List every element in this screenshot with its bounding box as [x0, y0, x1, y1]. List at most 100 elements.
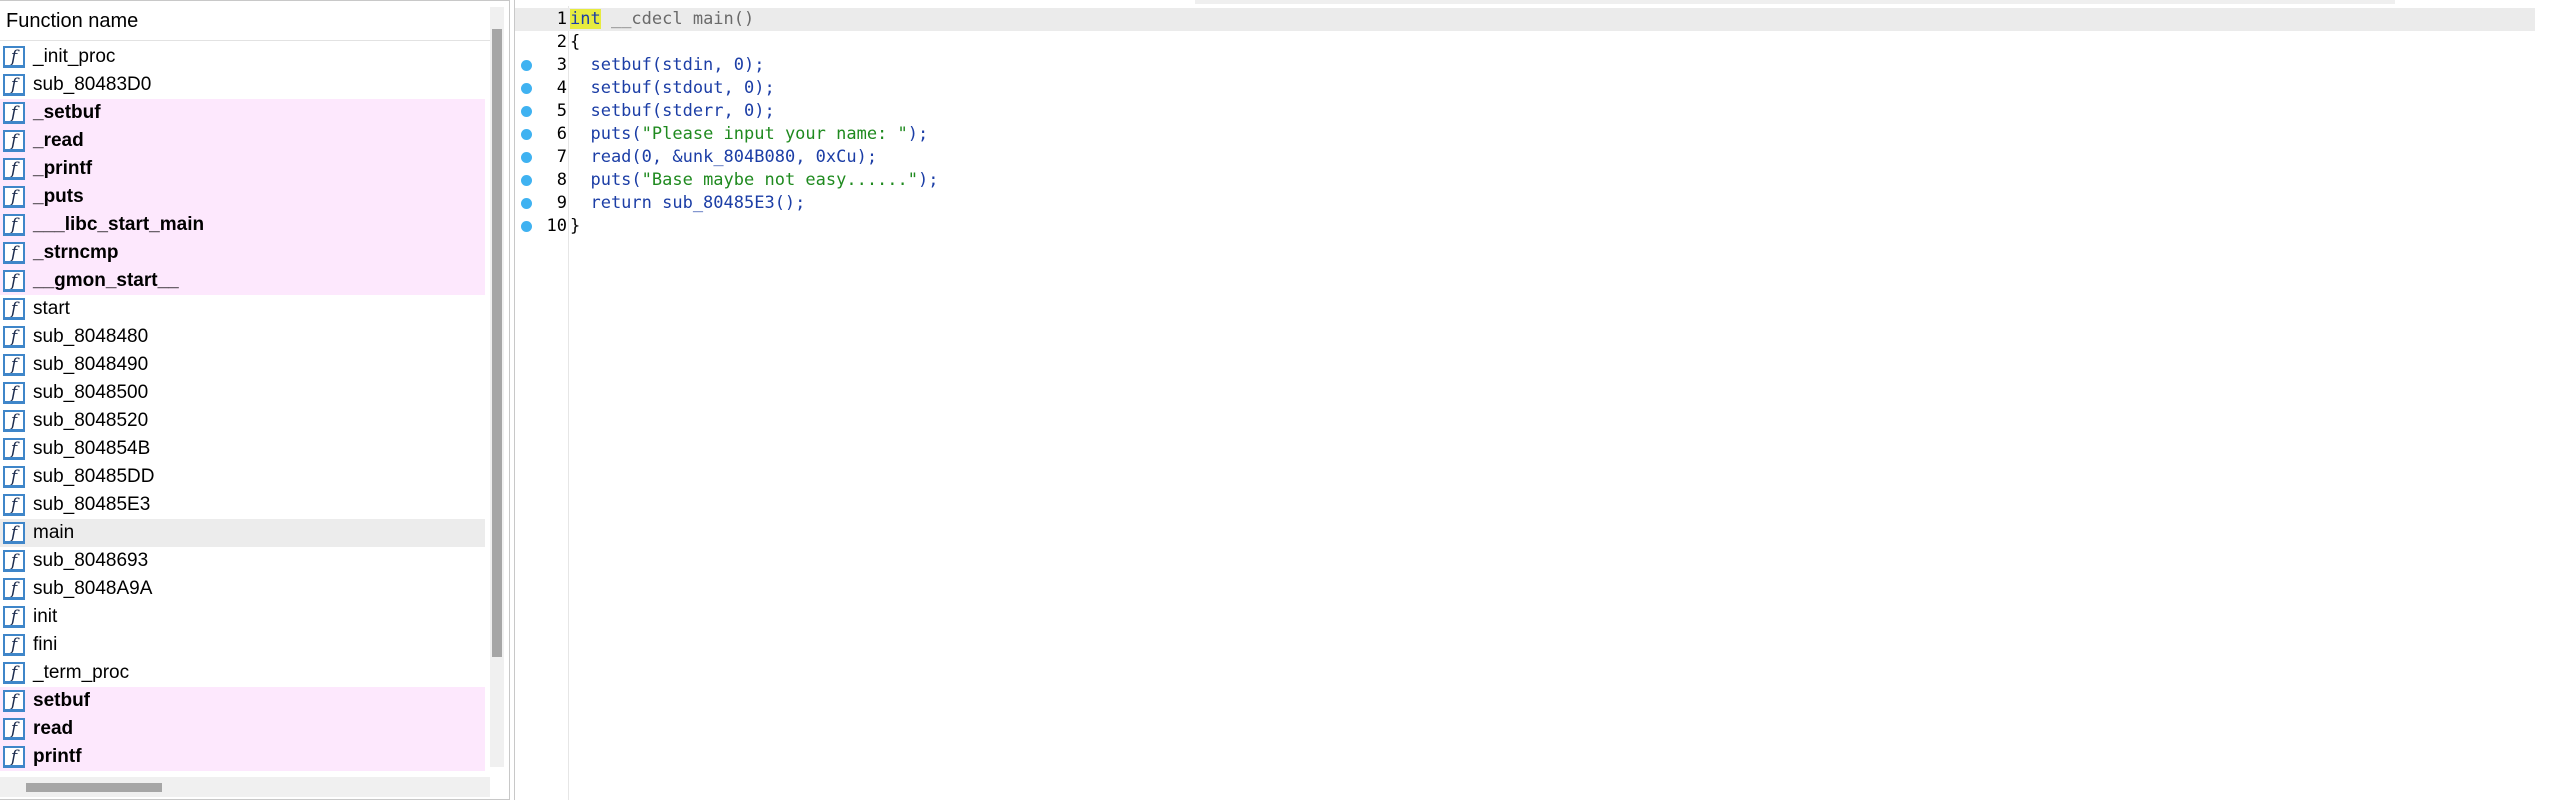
line-number: 6 — [556, 124, 567, 144]
function-list-item[interactable]: f start — [0, 295, 485, 323]
pseudocode-view[interactable]: 1 int __cdecl main() 2{3 setbuf(stdin, 0);… — [514, 0, 2550, 800]
code-line[interactable]: 8 puts("Base maybe not easy......"); — [515, 169, 2535, 192]
code-line[interactable]: 6 puts("Please input your name: "); — [515, 123, 2535, 146]
code-token: return sub_80485E3(); — [570, 193, 806, 213]
function-list-item[interactable]: f printf — [0, 743, 485, 771]
function-list-item[interactable]: f sub_8048480 — [0, 323, 485, 351]
code-token: setbuf(stdout, — [570, 78, 744, 98]
function-list-item[interactable]: f main — [0, 519, 485, 547]
code-line[interactable]: 4 setbuf(stdout, 0); — [515, 77, 2535, 100]
function-list-item[interactable]: f sub_80483D0 — [0, 71, 485, 99]
function-list-item[interactable]: f _strncmp — [0, 239, 485, 267]
function-list-item[interactable]: f sub_80485E3 — [0, 491, 485, 519]
function-list-item[interactable]: f _printf — [0, 155, 485, 183]
code-token: "Base maybe not easy......" — [641, 170, 918, 190]
function-icon: f — [3, 578, 25, 600]
function-icon: f — [3, 634, 25, 656]
function-name-label: sub_80485DD — [33, 466, 155, 487]
line-number: 1 — [556, 9, 567, 29]
function-icon: f — [3, 102, 25, 124]
function-icon: f — [3, 214, 25, 236]
function-list-item[interactable]: f _term_proc — [0, 659, 485, 687]
code-token: setbuf(stderr, — [570, 101, 744, 121]
function-icon: f — [3, 242, 25, 264]
function-list-vertical-scrollbar[interactable] — [490, 7, 504, 767]
code-line[interactable]: 5 setbuf(stderr, 0); — [515, 100, 2535, 123]
function-list-item[interactable]: f _read — [0, 127, 485, 155]
function-list-item[interactable]: f init — [0, 603, 485, 631]
function-list-item[interactable]: f sub_8048A9A — [0, 575, 485, 603]
function-list-item[interactable]: f sub_8048520 — [0, 407, 485, 435]
code-text: return sub_80485E3(); — [570, 192, 805, 215]
code-line[interactable]: 3 setbuf(stdin, 0); — [515, 54, 2535, 77]
function-list-item[interactable]: f read — [0, 715, 485, 743]
code-text: setbuf(stdout, 0); — [570, 77, 774, 100]
code-token: ); — [754, 101, 775, 121]
code-token: 0 — [641, 147, 652, 167]
code-line[interactable]: 2{ — [515, 31, 2535, 54]
function-list-item[interactable]: f _setbuf — [0, 99, 485, 127]
function-list-item[interactable]: f sub_804854B — [0, 435, 485, 463]
function-name-label: sub_8048480 — [33, 326, 149, 347]
function-name-label: init — [33, 606, 58, 627]
function-icon: f — [3, 74, 25, 96]
code-line[interactable]: 1 int __cdecl main() — [515, 8, 2535, 31]
code-text: setbuf(stderr, 0); — [570, 100, 775, 123]
function-name-label: sub_8048500 — [33, 382, 149, 403]
code-line[interactable]: 9 return sub_80485E3(); — [515, 192, 2535, 215]
breakpoint-dot-icon[interactable] — [521, 221, 532, 232]
breakpoint-dot-icon[interactable] — [521, 106, 532, 117]
code-token: int — [570, 9, 601, 29]
function-icon: f — [3, 354, 25, 376]
function-list-item[interactable]: f __gmon_start__ — [0, 267, 485, 295]
breakpoint-dot-icon[interactable] — [521, 175, 532, 186]
function-icon: f — [3, 522, 25, 544]
code-token: , &unk_804B080, — [651, 147, 816, 167]
breakpoint-dot-icon[interactable] — [521, 152, 532, 163]
code-token: 0 — [744, 101, 755, 121]
vertical-scrollbar-thumb[interactable] — [492, 29, 502, 657]
code-text: puts("Base maybe not easy......"); — [570, 169, 938, 192]
function-list-item[interactable]: f sub_8048500 — [0, 379, 485, 407]
function-icon: f — [3, 494, 25, 516]
function-list-item[interactable]: f sub_8048693 — [0, 547, 485, 575]
code-line[interactable]: 7 read(0, &unk_804B080, 0xCu); — [515, 146, 2535, 169]
breakpoint-dot-icon[interactable] — [521, 83, 532, 94]
horizontal-scrollbar-thumb[interactable] — [26, 783, 162, 792]
function-name-label: sub_804854B — [33, 438, 151, 459]
function-icon: f — [3, 466, 25, 488]
breakpoint-dot-icon[interactable] — [521, 129, 532, 140]
function-list-item[interactable]: f fini — [0, 631, 485, 659]
code-token: 0 — [733, 55, 745, 75]
function-list: f _init_proc f sub_80483D0 f _setbuf f _read f _p… — [0, 43, 485, 771]
code-token: { — [570, 32, 581, 52]
function-list-item[interactable]: f sub_8048490 — [0, 351, 485, 379]
function-icon: f — [3, 606, 25, 628]
function-name-label: fini — [33, 634, 58, 655]
function-list-item[interactable]: f sub_80485DD — [0, 463, 485, 491]
code-line[interactable]: 10} — [515, 215, 2535, 238]
function-list-item[interactable]: f _puts — [0, 183, 485, 211]
function-name-label: __gmon_start__ — [33, 270, 179, 291]
function-list-horizontal-scrollbar[interactable] — [0, 777, 490, 797]
code-token: 0 — [744, 78, 755, 98]
function-list-item[interactable]: f ___libc_start_main — [0, 211, 485, 239]
function-icon: f — [3, 746, 25, 768]
function-icon: f — [3, 130, 25, 152]
function-icon: f — [3, 186, 25, 208]
line-number: 5 — [556, 101, 567, 121]
code-text: { — [570, 31, 580, 54]
function-name-label: _printf — [33, 158, 93, 179]
function-name-label: sub_8048A9A — [33, 578, 153, 599]
function-icon: f — [3, 410, 25, 432]
function-icon: f — [3, 46, 25, 68]
function-list-item[interactable]: f setbuf — [0, 687, 485, 715]
function-name-column-header[interactable]: Function name — [0, 1, 492, 41]
line-number: 10 — [546, 216, 567, 236]
breakpoint-dot-icon[interactable] — [521, 60, 532, 71]
function-name-label: sub_8048520 — [33, 410, 149, 431]
function-name-label: setbuf — [33, 690, 90, 711]
breakpoint-dot-icon[interactable] — [521, 198, 532, 209]
function-list-item[interactable]: f _init_proc — [0, 43, 485, 71]
code-token: ); — [918, 170, 939, 190]
